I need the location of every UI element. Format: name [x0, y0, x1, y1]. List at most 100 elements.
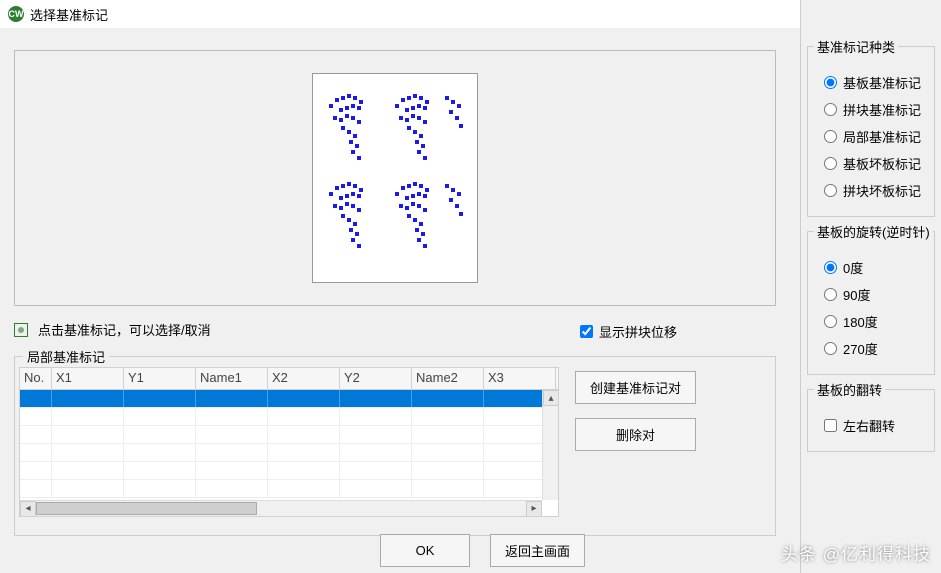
table-cell[interactable] [124, 426, 196, 443]
ok-button[interactable]: OK [380, 534, 470, 567]
table-column-header[interactable]: X2 [268, 368, 340, 389]
show-offset-checkbox[interactable] [580, 325, 593, 338]
table-cell[interactable] [268, 426, 340, 443]
marker-type-radio[interactable] [824, 76, 837, 89]
table-cell[interactable] [268, 390, 340, 407]
table-cell[interactable] [340, 444, 412, 461]
table-cell[interactable] [20, 462, 52, 479]
marker-type-radio[interactable] [824, 157, 837, 170]
table-cell[interactable] [20, 426, 52, 443]
table-body[interactable] [20, 390, 558, 498]
table-cell[interactable] [124, 390, 196, 407]
back-button[interactable]: 返回主画面 [490, 534, 585, 567]
marker-type-label[interactable]: 拼块基准标记 [843, 100, 921, 119]
table-cell[interactable] [196, 462, 268, 479]
table-cell[interactable] [412, 480, 484, 497]
marker-type-radio[interactable] [824, 103, 837, 116]
fiducial-table[interactable]: No.X1Y1Name1X2Y2Name2X3 ▴ ◂ ▸ [19, 367, 559, 517]
table-cell[interactable] [52, 426, 124, 443]
table-cell[interactable] [52, 480, 124, 497]
table-cell[interactable] [52, 444, 124, 461]
scroll-left-icon[interactable]: ◂ [20, 501, 36, 517]
scroll-right-icon[interactable]: ▸ [526, 501, 542, 517]
pcb-dot [455, 116, 459, 120]
rotation-radio[interactable] [824, 261, 837, 274]
table-cell[interactable] [268, 462, 340, 479]
create-pair-button[interactable]: 创建基准标记对 [575, 371, 696, 404]
table-cell[interactable] [340, 408, 412, 425]
table-row[interactable] [20, 390, 558, 408]
rotation-label[interactable]: 90度 [843, 285, 870, 304]
scroll-track[interactable] [36, 501, 526, 517]
vertical-scrollbar[interactable]: ▴ [542, 390, 558, 500]
table-column-header[interactable]: Y1 [124, 368, 196, 389]
table-cell[interactable] [124, 462, 196, 479]
table-cell[interactable] [412, 408, 484, 425]
pcb-dot [405, 118, 409, 122]
table-cell[interactable] [340, 426, 412, 443]
delete-pair-button[interactable]: 删除对 [575, 418, 696, 451]
table-row[interactable] [20, 444, 558, 462]
table-cell[interactable] [340, 462, 412, 479]
table-cell[interactable] [340, 480, 412, 497]
table-cell[interactable] [340, 390, 412, 407]
marker-type-label[interactable]: 基板坏板标记 [843, 154, 921, 173]
rotation-label[interactable]: 0度 [843, 258, 863, 277]
scroll-thumb[interactable] [36, 502, 257, 515]
horizontal-scrollbar[interactable]: ◂ ▸ [20, 500, 542, 516]
table-cell[interactable] [196, 390, 268, 407]
table-cell[interactable] [124, 480, 196, 497]
table-row[interactable] [20, 480, 558, 498]
table-cell[interactable] [52, 408, 124, 425]
table-cell[interactable] [52, 390, 124, 407]
flip-checkbox[interactable] [824, 419, 837, 432]
table-column-header[interactable]: No. [20, 368, 52, 389]
table-cell[interactable] [52, 462, 124, 479]
table-column-header[interactable]: X1 [52, 368, 124, 389]
table-cell[interactable] [196, 408, 268, 425]
marker-type-label[interactable]: 局部基准标记 [843, 127, 921, 146]
table-row[interactable] [20, 408, 558, 426]
rotation-radio[interactable] [824, 288, 837, 301]
table-cell[interactable] [20, 408, 52, 425]
pcb-dot [415, 140, 419, 144]
rotation-radio[interactable] [824, 315, 837, 328]
table-cell[interactable] [412, 426, 484, 443]
table-row[interactable] [20, 462, 558, 480]
table-cell[interactable] [196, 480, 268, 497]
table-column-header[interactable]: Y2 [340, 368, 412, 389]
pcb-dot [407, 126, 411, 130]
table-column-header[interactable]: Name2 [412, 368, 484, 389]
marker-type-radio[interactable] [824, 184, 837, 197]
marker-type-radio[interactable] [824, 130, 837, 143]
table-cell[interactable] [20, 390, 52, 407]
rotation-radio[interactable] [824, 342, 837, 355]
table-cell[interactable] [196, 426, 268, 443]
flip-label[interactable]: 左右翻转 [843, 416, 895, 435]
table-cell[interactable] [124, 444, 196, 461]
table-cell[interactable] [124, 408, 196, 425]
table-cell[interactable] [196, 444, 268, 461]
table-row[interactable] [20, 426, 558, 444]
table-cell[interactable] [20, 480, 52, 497]
table-column-header[interactable]: X3 [484, 368, 556, 389]
rotation-label[interactable]: 270度 [843, 339, 878, 358]
show-offset-label[interactable]: 显示拼块位移 [599, 322, 677, 341]
table-cell[interactable] [412, 462, 484, 479]
table-cell[interactable] [268, 480, 340, 497]
scroll-up-icon[interactable]: ▴ [543, 390, 559, 406]
table-cell[interactable] [268, 408, 340, 425]
pcb-preview[interactable] [312, 73, 478, 283]
table-cell[interactable] [412, 444, 484, 461]
table-cell[interactable] [268, 444, 340, 461]
table-column-header[interactable]: Name1 [196, 368, 268, 389]
table-cell[interactable] [20, 444, 52, 461]
rotation-label[interactable]: 180度 [843, 312, 878, 331]
pcb-dot [347, 94, 351, 98]
pcb-dot [405, 108, 409, 112]
marker-type-label[interactable]: 拼块坏板标记 [843, 181, 921, 200]
marker-type-label[interactable]: 基板基准标记 [843, 73, 921, 92]
table-cell[interactable] [412, 390, 484, 407]
pcb-dot [423, 194, 427, 198]
pcb-dot [349, 140, 353, 144]
